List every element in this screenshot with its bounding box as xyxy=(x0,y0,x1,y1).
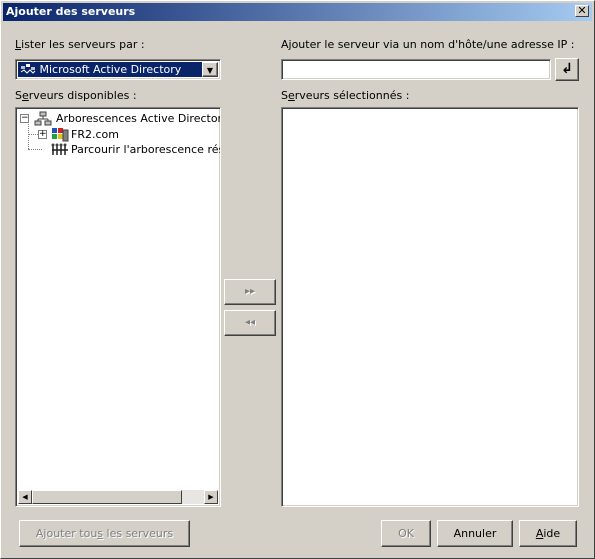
add-host-button[interactable]: ↲ xyxy=(555,58,579,81)
add-all-servers-button[interactable]: Ajouter tous les serveurs xyxy=(19,520,190,547)
arrow-left-icon: ◀ xyxy=(22,493,28,501)
selected-servers-list[interactable] xyxy=(281,107,579,507)
network-icon xyxy=(51,142,69,163)
close-button[interactable]: ✕ xyxy=(575,5,589,17)
chevron-down-icon: ▼ xyxy=(206,66,214,75)
remove-selected-button[interactable]: ◂◂ xyxy=(224,310,276,336)
dropdown-arrow-button[interactable]: ▼ xyxy=(202,62,218,77)
title-bar[interactable]: Ajouter des serveurs ✕ xyxy=(3,3,592,21)
network-directory-icon xyxy=(20,62,36,77)
collapse-icon[interactable]: − xyxy=(20,114,29,123)
selected-servers-label: Serveurs sélectionnés : xyxy=(281,89,410,102)
cancel-button[interactable]: Annuler xyxy=(437,520,513,547)
tree-connector xyxy=(28,149,42,150)
double-chevron-left-icon: ◂◂ xyxy=(244,317,256,328)
available-servers-tree[interactable]: − Arborescences Active Directory + FR2.c… xyxy=(15,107,221,507)
horizontal-scrollbar[interactable]: ◀ ▶ xyxy=(18,490,218,504)
enter-icon: ↲ xyxy=(561,61,573,77)
add-servers-dialog: Ajouter des serveurs ✕ Lister les serveu… xyxy=(0,0,595,559)
window-title: Ajouter des serveurs xyxy=(6,5,136,18)
tree-connector xyxy=(28,122,29,149)
tree-item-label: Arborescences Active Directory xyxy=(56,112,221,125)
tree-item-label: FR2.com xyxy=(71,128,119,141)
scroll-left-button[interactable]: ◀ xyxy=(18,490,32,504)
list-by-dropdown[interactable]: Microsoft Active Directory ▼ xyxy=(15,59,221,80)
scroll-thumb[interactable] xyxy=(32,490,182,504)
double-chevron-right-icon: ▸▸ xyxy=(244,286,256,297)
list-by-value: Microsoft Active Directory xyxy=(39,63,182,76)
host-input-frame[interactable] xyxy=(281,59,551,80)
expand-icon[interactable]: + xyxy=(38,130,47,139)
help-button[interactable]: Aide xyxy=(519,520,577,547)
close-icon: ✕ xyxy=(577,4,587,17)
add-host-label: Ajouter le serveur via un nom d'hôte/une… xyxy=(281,38,575,51)
ok-button[interactable]: OK xyxy=(381,520,431,547)
add-selected-button[interactable]: ▸▸ xyxy=(224,279,276,305)
tree-item-label: Parcourir l'arborescence réseau xyxy=(71,143,220,156)
list-by-label: Lister les serveurs par : xyxy=(15,38,145,51)
arrow-right-icon: ▶ xyxy=(208,493,214,501)
scroll-right-button[interactable]: ▶ xyxy=(204,490,218,504)
host-input[interactable] xyxy=(284,62,546,77)
available-servers-label: Serveurs disponibles : xyxy=(15,89,137,102)
list-by-selected: Microsoft Active Directory xyxy=(18,62,202,77)
